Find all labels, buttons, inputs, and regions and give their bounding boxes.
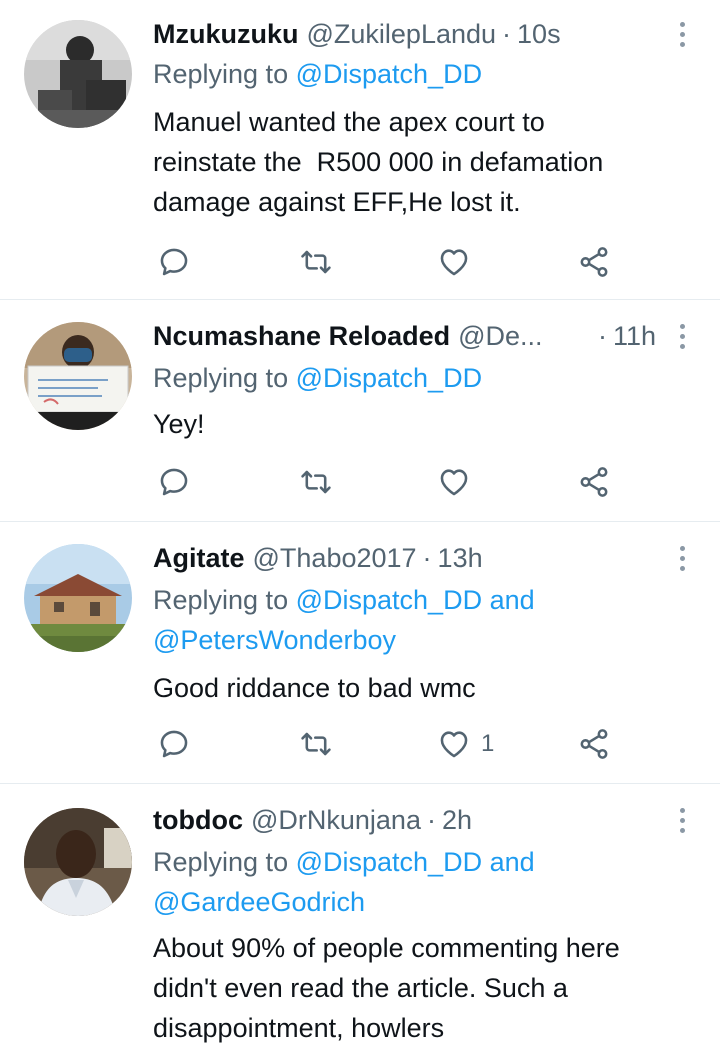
replying-to: Replying to @Dispatch_DD: [153, 358, 680, 398]
like-button[interactable]: [437, 462, 481, 502]
heart-icon: [440, 469, 468, 496]
separator-dot: ·: [502, 19, 512, 49]
retweet-icon: [301, 250, 331, 274]
like-button[interactable]: [437, 242, 481, 282]
separator-dot: ·: [422, 543, 432, 573]
tweet-header: tobdoc @DrNkunjana · 2h: [153, 800, 656, 840]
avatar-image-icon: [24, 544, 132, 652]
share-button[interactable]: [577, 462, 611, 502]
tweet[interactable]: Agitate @Thabo2017 · 13h Replying to @Di…: [0, 522, 720, 784]
more-vertical-icon[interactable]: [672, 800, 692, 840]
avatar[interactable]: [24, 322, 132, 430]
retweet-icon: [301, 470, 331, 494]
separator-dot: ·: [426, 805, 436, 835]
tweet-actions: 1: [153, 724, 623, 764]
tweet-feed: Mzukuzuku @ZukilepLandu · 10s Replying t…: [0, 0, 720, 1043]
mention-link[interactable]: @Dispatch_DD: [296, 59, 482, 89]
reply-icon: [160, 468, 188, 496]
retweet-button[interactable]: [299, 242, 333, 282]
retweet-button[interactable]: [299, 462, 333, 502]
display-name[interactable]: tobdoc: [153, 800, 243, 840]
mention-joiner: and: [482, 847, 535, 877]
replying-to: Replying to @Dispatch_DD and @PetersWonde…: [153, 580, 680, 660]
avatar-image-icon: [24, 808, 132, 916]
replying-to-label: Replying to: [153, 59, 296, 89]
share-icon: [580, 247, 608, 277]
tweet[interactable]: Ncumashane Reloaded @De... · 11h Replyin…: [0, 300, 720, 522]
share-icon: [580, 467, 608, 497]
heart-icon: [440, 249, 468, 276]
timestamp[interactable]: 10s: [517, 14, 561, 54]
retweet-button[interactable]: [299, 724, 333, 764]
reply-button[interactable]: [157, 724, 191, 764]
user-handle[interactable]: @Thabo2017: [253, 538, 417, 578]
tweet[interactable]: Mzukuzuku @ZukilepLandu · 10s Replying t…: [0, 0, 720, 300]
more-vertical-icon[interactable]: [672, 538, 692, 578]
mention-link[interactable]: @Dispatch_DD: [296, 585, 482, 615]
avatar-image-icon: [24, 20, 132, 128]
reply-icon: [160, 248, 188, 276]
avatar[interactable]: [24, 544, 132, 652]
replying-to: Replying to @Dispatch_DD and @GardeeGodri…: [153, 842, 680, 922]
replying-to: Replying to @Dispatch_DD: [153, 54, 680, 94]
timestamp[interactable]: 11h: [613, 316, 656, 356]
mention-link[interactable]: @PetersWonderboy: [153, 625, 396, 655]
tweet-text: About 90% of people commenting here didn…: [153, 933, 620, 1043]
timestamp[interactable]: 2h: [442, 800, 472, 840]
reply-button[interactable]: [157, 462, 191, 502]
display-name[interactable]: Ncumashane Reloaded: [153, 316, 450, 356]
replying-to-label: Replying to: [153, 363, 296, 393]
retweet-icon: [301, 732, 331, 756]
share-icon: [580, 729, 608, 759]
avatar[interactable]: [24, 20, 132, 128]
share-button[interactable]: [577, 724, 611, 764]
display-name[interactable]: Mzukuzuku: [153, 14, 299, 54]
user-handle[interactable]: @De...: [458, 316, 542, 356]
like-count: 1: [481, 730, 495, 757]
more-vertical-icon[interactable]: [672, 14, 692, 54]
reply-icon: [160, 730, 188, 758]
replying-to-label: Replying to: [153, 847, 296, 877]
tweet-text: Yey!: [153, 409, 205, 439]
avatar-image-icon: [24, 322, 132, 430]
share-button[interactable]: [577, 242, 611, 282]
mention-joiner: and: [482, 585, 535, 615]
tweet-header: Ncumashane Reloaded @De... · 11h: [153, 316, 656, 356]
tweet-actions: [153, 462, 623, 502]
tweet-actions: [153, 242, 623, 282]
tweet[interactable]: tobdoc @DrNkunjana · 2h Replying to @Dis…: [0, 784, 720, 1043]
display-name[interactable]: Agitate: [153, 538, 245, 578]
more-vertical-icon[interactable]: [672, 316, 692, 356]
replying-to-label: Replying to: [153, 585, 296, 615]
like-button[interactable]: 1: [437, 724, 494, 764]
mention-link[interactable]: @Dispatch_DD: [296, 847, 482, 877]
tweet-text: Good riddance to bad wmc: [153, 673, 476, 703]
separator-dot: ·: [597, 321, 607, 351]
mention-link[interactable]: @Dispatch_DD: [296, 363, 482, 393]
avatar[interactable]: [24, 808, 132, 916]
tweet-header: Mzukuzuku @ZukilepLandu · 10s: [153, 14, 656, 54]
user-handle[interactable]: @DrNkunjana: [251, 800, 421, 840]
heart-icon: [440, 731, 468, 758]
timestamp[interactable]: 13h: [438, 538, 483, 578]
reply-button[interactable]: [157, 242, 191, 282]
tweet-text: Manuel wanted the apex court to reinstat…: [153, 107, 604, 217]
tweet-header: Agitate @Thabo2017 · 13h: [153, 538, 656, 578]
user-handle[interactable]: @ZukilepLandu: [307, 14, 497, 54]
mention-link[interactable]: @GardeeGodrich: [153, 887, 365, 917]
